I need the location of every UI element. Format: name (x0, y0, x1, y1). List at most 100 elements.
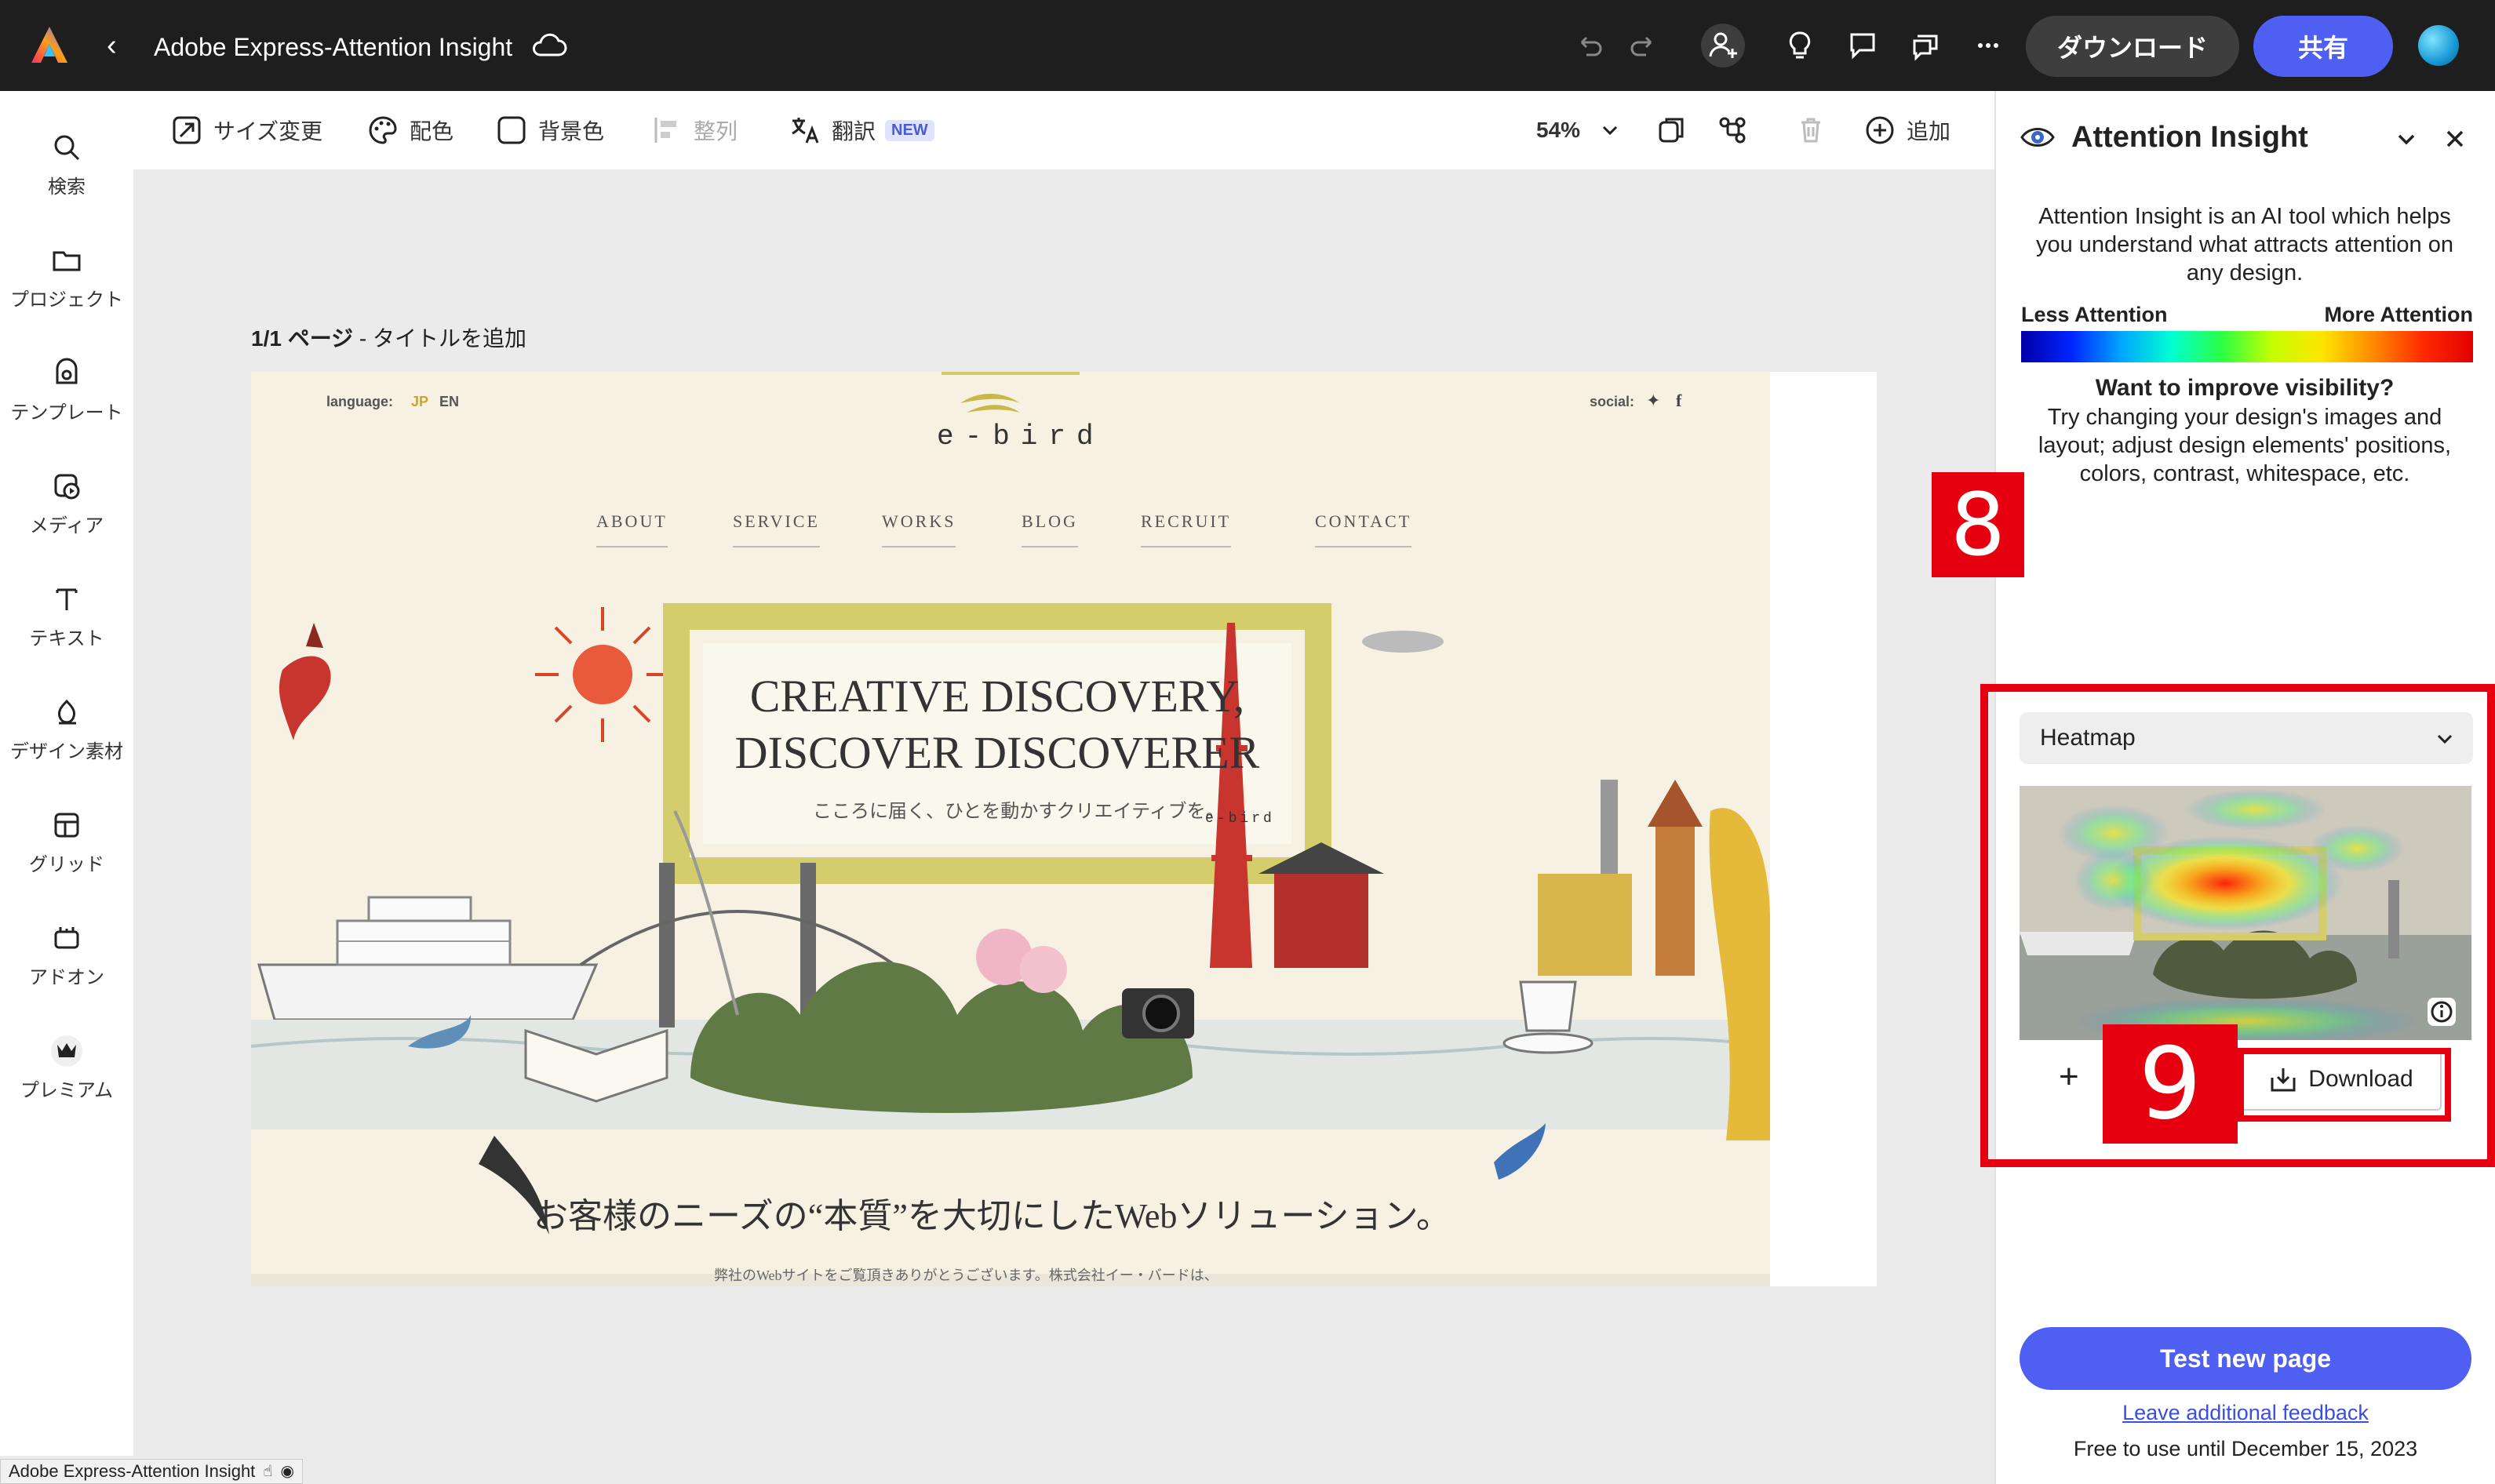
rail-item-label: 検索 (48, 176, 86, 198)
delete-icon[interactable] (1794, 113, 1828, 147)
add-button[interactable]: 追加 (1864, 111, 1950, 149)
document-title[interactable]: Adobe Express-Attention Insight (154, 30, 512, 64)
page-number: 1/1 ページ (251, 326, 354, 351)
rail-item-design-elements[interactable]: デザイン素材 (0, 687, 133, 781)
back-chevron-icon[interactable]: ‹ (107, 28, 130, 63)
rail-item-label: デザイン素材 (10, 741, 123, 762)
user-avatar[interactable] (2418, 25, 2459, 66)
panel-description: Attention Insight is an AI tool which he… (2035, 204, 2453, 286)
logo-text: e-bird (937, 420, 1105, 453)
annotation-download-highlight (2238, 1048, 2451, 1122)
bottom-small-text: 弊社のWebサイトをご覧頂きありがとうございます。株式会社イー・バードは、 (714, 1268, 1218, 1283)
status-tooltip: Adobe Express-Attention Insight ☝ ◉ (0, 1459, 303, 1484)
zoom-value: 54% (1536, 118, 1581, 142)
zoom-dropdown[interactable]: 54% (1536, 111, 1621, 149)
test-new-page-button[interactable]: Test new page (2020, 1327, 2471, 1390)
more-options-icon[interactable] (1966, 24, 2010, 67)
visibility-description: Try changing your design's images and la… (2038, 405, 2452, 486)
shapes-icon (57, 699, 76, 725)
search-icon (54, 135, 80, 161)
heatmap-preview[interactable] (2020, 786, 2471, 1040)
headline-line-1: CREATIVE DISCOVERY, (749, 671, 1245, 722)
arrange-icon[interactable] (1715, 113, 1750, 147)
translate-button[interactable]: 翻訳 NEW (789, 111, 934, 149)
rail-item-premium[interactable]: プレミアム (0, 1026, 133, 1120)
top-bar: ‹ Adobe Express-Attention Insight ダウンロード… (0, 0, 2495, 91)
rail-item-label: メディア (29, 515, 104, 536)
view-mode-select[interactable]: Heatmap (2020, 712, 2473, 764)
rail-item-label: テキスト (29, 628, 104, 649)
color-scheme-button[interactable]: 配色 (367, 111, 453, 149)
color-scheme-label: 配色 (410, 119, 454, 144)
add-circle-icon (1866, 116, 1894, 144)
grid-icon (54, 813, 79, 838)
facebook-icon: f (1676, 391, 1682, 410)
rail-item-templates[interactable]: テンプレート (0, 348, 133, 442)
tagline-logo: e-bird (1205, 811, 1275, 827)
align-button[interactable]: 整列 (651, 111, 738, 149)
status-text: Adobe Express-Attention Insight (9, 1461, 256, 1481)
website-design-image[interactable]: language: JP EN social: ✦ f e-bird ABOUT… (251, 372, 1770, 1286)
lightbulb-icon[interactable] (1778, 24, 1822, 67)
left-rail: 検索 プロジェクト テンプレート メディア テキスト デザイン素材 グリッド ア… (0, 91, 133, 1456)
duplicate-icon[interactable] (1654, 113, 1688, 147)
rail-item-label: プレミアム (20, 1080, 114, 1101)
nav-item-contact: CONTACT (1315, 511, 1412, 547)
nav-item-service: SERVICE (733, 511, 820, 547)
language-label: language: (326, 394, 394, 409)
rail-item-projects[interactable]: プロジェクト (0, 235, 133, 329)
plus-icon[interactable]: + (2059, 1057, 2079, 1097)
rail-item-text[interactable]: テキスト (0, 574, 133, 668)
rail-item-label: テンプレート (10, 402, 123, 424)
resize-button[interactable]: サイズ変更 (171, 111, 322, 149)
cloud-sync-icon[interactable] (530, 31, 568, 60)
adobe-express-logo-icon[interactable] (28, 24, 71, 66)
present-icon[interactable] (1903, 24, 1947, 67)
undo-icon[interactable] (1568, 24, 1612, 67)
translate-icon (792, 118, 819, 144)
language-jp: JP (411, 394, 429, 409)
nav-item-recruit: RECRUIT (1141, 511, 1232, 547)
rail-item-label: グリッド (29, 854, 104, 875)
illustration-artwork (251, 372, 1770, 1286)
collapse-chevron-icon[interactable] (2393, 125, 2420, 152)
heatmap-preview-image (2020, 786, 2471, 1040)
legend-less-label: Less Attention (2021, 303, 2168, 326)
info-icon[interactable] (2426, 996, 2457, 1028)
addon-icon (54, 927, 79, 949)
share-button[interactable]: 共有 (2253, 16, 2393, 77)
chevron-down-icon (1602, 125, 1618, 136)
palette-icon (369, 116, 397, 144)
rail-item-addons[interactable]: アドオン (0, 913, 133, 1007)
pointer-icon: ☝ (263, 1463, 273, 1480)
rail-item-label: プロジェクト (10, 289, 123, 311)
page-title[interactable]: 1/1 ページ - タイトルを追加 (251, 322, 526, 353)
rail-item-grid[interactable]: グリッド (0, 800, 133, 894)
invite-person-icon[interactable] (1701, 24, 1745, 67)
free-usage-note: Free to use until December 15, 2023 (2073, 1437, 2418, 1460)
align-label: 整列 (694, 119, 738, 144)
rail-item-search[interactable]: 検索 (0, 122, 133, 216)
nav-item-works: WORKS (882, 511, 956, 547)
canvas-toolbar: サイズ変更 配色 背景色 整列 翻訳 NEW 54% 追加 (133, 91, 1994, 169)
redo-icon[interactable] (1621, 24, 1665, 67)
background-color-button[interactable]: 背景色 (496, 111, 604, 149)
background-square-icon (497, 116, 526, 144)
translate-label: 翻訳 (832, 119, 876, 144)
add-label: 追加 (1907, 119, 1951, 144)
crown-icon (51, 1035, 82, 1067)
download-button[interactable]: ダウンロード (2026, 16, 2239, 77)
artboard[interactable]: language: JP EN social: ✦ f e-bird ABOUT… (251, 372, 1877, 1286)
tagline-text: こころに届く、ひとを動かすクリエイティブを。 (813, 802, 1225, 822)
visibility-title: Want to improve visibility? (2095, 375, 2395, 401)
resize-label: サイズ変更 (213, 119, 323, 144)
annotation-step-9: 9 (2103, 1024, 2238, 1144)
feedback-link[interactable]: Leave additional feedback (2020, 1401, 2471, 1425)
twitter-icon: ✦ (1646, 391, 1661, 410)
close-icon[interactable] (2442, 125, 2468, 152)
design-canvas: 1/1 ページ - タイトルを追加 language: JP EN social… (133, 169, 1994, 1484)
bottom-heading: お客様のニーズの“本質”を大切にしたWebソリューション。 (534, 1197, 1451, 1235)
annotation-step-8: 8 (1932, 472, 2024, 577)
comment-icon[interactable] (1841, 24, 1885, 67)
rail-item-media[interactable]: メディア (0, 461, 133, 555)
